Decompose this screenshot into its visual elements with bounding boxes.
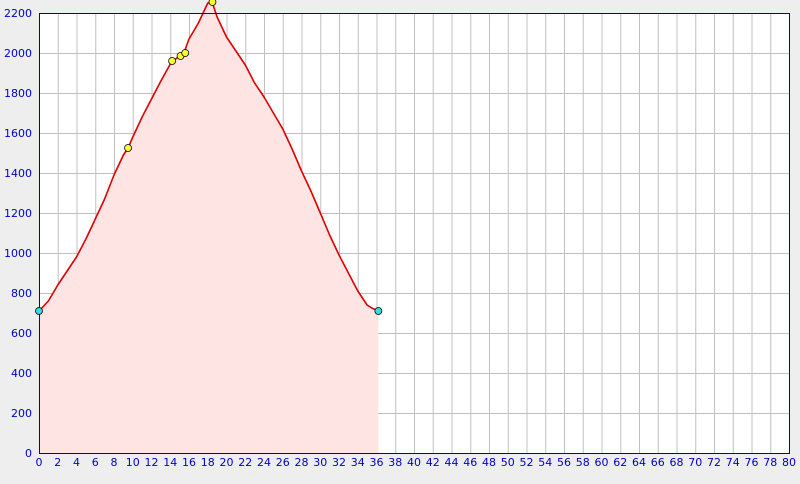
waypoint-marker-5 [208, 0, 217, 6]
x-tick-label-6: 6 [92, 456, 99, 469]
x-tick-label-4: 4 [73, 456, 80, 469]
x-tick-label-36: 36 [370, 456, 384, 469]
x-tick-label-50: 50 [501, 456, 515, 469]
x-tick-label-46: 46 [463, 456, 477, 469]
y-tick-label-1800: 1800 [4, 87, 32, 100]
y-tick-label-200: 200 [11, 407, 32, 420]
x-tick-label-54: 54 [538, 456, 552, 469]
x-tick-label-70: 70 [688, 456, 702, 469]
waypoint-marker-1 [124, 144, 132, 152]
x-tick-label-52: 52 [520, 456, 534, 469]
x-tick-label-12: 12 [145, 456, 159, 469]
x-tick-label-76: 76 [745, 456, 759, 469]
x-axis-ticks: 0 2 4 6 8 10 12 14 16 18 20 22 24 26 28 30 32 34 36 38 40 42 4… [36, 456, 797, 469]
x-tick-label-78: 78 [763, 456, 777, 469]
y-tick-label-1600: 1600 [4, 127, 32, 140]
waypoint-marker-2 [168, 57, 177, 65]
x-tick-label-64: 64 [632, 456, 646, 469]
x-tick-label-42: 42 [426, 456, 440, 469]
x-tick-label-30: 30 [313, 456, 327, 469]
x-tick-label-22: 22 [238, 456, 252, 469]
y-tick-label-1000: 1000 [4, 247, 32, 260]
x-tick-label-60: 60 [595, 456, 609, 469]
x-tick-label-20: 20 [220, 456, 234, 469]
y-tick-label-0: 0 [25, 447, 32, 460]
y-tick-label-600: 600 [11, 327, 32, 340]
x-tick-label-66: 66 [651, 456, 665, 469]
y-tick-label-800: 800 [11, 287, 32, 300]
x-tick-label-8: 8 [111, 456, 118, 469]
chart-svg: 0 2 4 6 8 10 12 14 16 18 20 22 24 26 28 30 32 34 36 38 40 42 4… [4, 0, 797, 469]
x-tick-label-2: 2 [54, 456, 61, 469]
waypoint-marker-4 [181, 49, 190, 57]
x-tick-label-16: 16 [182, 456, 196, 469]
x-tick-label-80: 80 [782, 456, 796, 469]
x-tick-label-34: 34 [351, 456, 365, 469]
x-tick-label-74: 74 [726, 456, 740, 469]
y-tick-label-1400: 1400 [4, 167, 32, 180]
y-tick-label-1200: 1200 [4, 207, 32, 220]
x-tick-label-14: 14 [163, 456, 177, 469]
x-tick-label-48: 48 [482, 456, 496, 469]
x-tick-label-58: 58 [576, 456, 590, 469]
x-tick-label-68: 68 [670, 456, 684, 469]
y-tick-label-400: 400 [11, 367, 32, 380]
x-tick-label-56: 56 [557, 456, 571, 469]
x-tick-label-38: 38 [388, 456, 402, 469]
endpoint-marker-6 [374, 307, 383, 315]
x-tick-label-44: 44 [445, 456, 459, 469]
elevation-chart: 0 2 4 6 8 10 12 14 16 18 20 22 24 26 28 30 32 34 36 38 40 42 4… [0, 0, 800, 480]
x-tick-label-0: 0 [36, 456, 43, 469]
x-tick-label-72: 72 [707, 456, 721, 469]
x-tick-label-24: 24 [257, 456, 271, 469]
y-axis-ticks: 0 200 400 600 800 1000 1200 1400 1600 1800 2000 220… [4, 7, 32, 460]
x-tick-label-32: 32 [332, 456, 346, 469]
endpoint-marker-0 [35, 307, 43, 315]
y-tick-label-2000: 2000 [4, 47, 32, 60]
x-tick-label-62: 62 [613, 456, 627, 469]
x-tick-label-28: 28 [295, 456, 309, 469]
y-tick-label-2200: 2200 [4, 7, 32, 20]
x-tick-label-40: 40 [407, 456, 421, 469]
x-tick-label-26: 26 [276, 456, 290, 469]
x-tick-label-18: 18 [201, 456, 215, 469]
x-tick-label-10: 10 [126, 456, 140, 469]
